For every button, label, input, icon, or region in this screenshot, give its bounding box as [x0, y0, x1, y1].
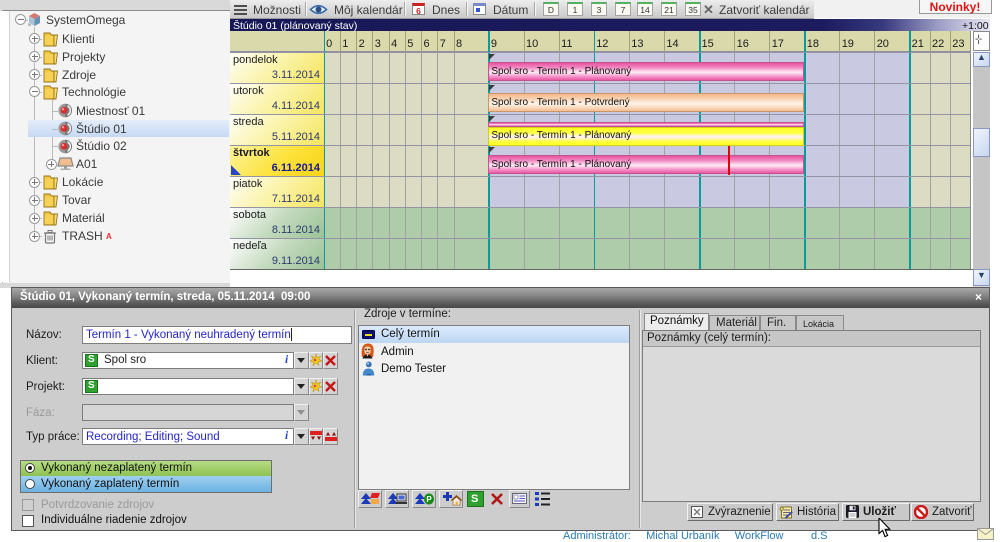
- svg-text:P: P: [426, 495, 432, 504]
